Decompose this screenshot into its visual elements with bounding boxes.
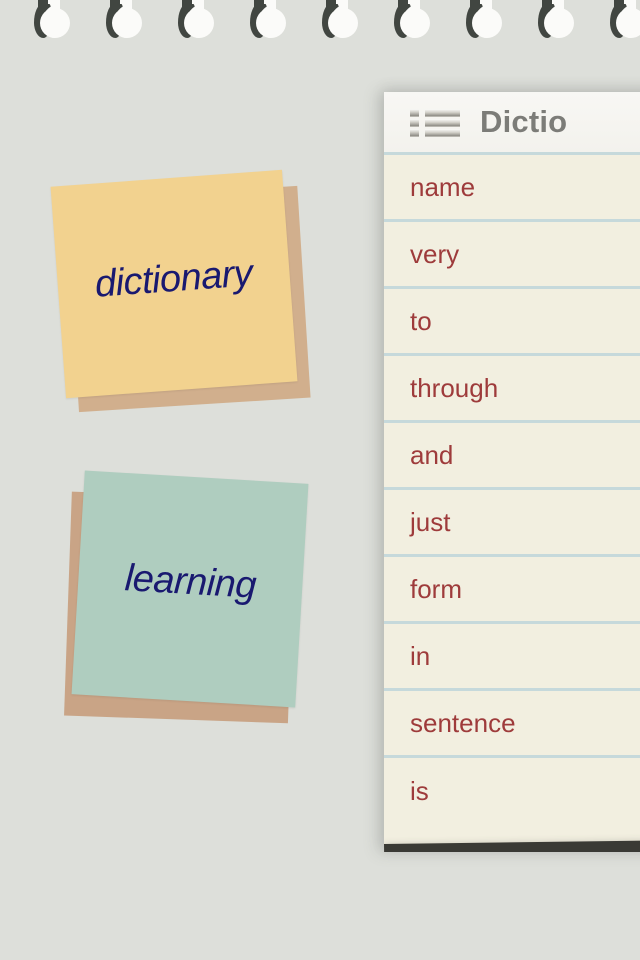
word-list-item-label: through — [410, 372, 499, 403]
word-list-item[interactable]: in — [384, 624, 640, 691]
spiral-ring-icon — [536, 0, 574, 56]
word-list-item-label: in — [410, 640, 431, 671]
word-list-item[interactable]: just — [384, 490, 640, 557]
spiral-ring-icon — [464, 0, 502, 56]
word-list-item[interactable]: name — [384, 155, 640, 222]
spiral-ring-icon — [104, 0, 142, 56]
word-list-item-label: just — [410, 506, 451, 537]
panel-header: Dictio — [384, 92, 640, 155]
list-icon-bar — [425, 119, 460, 127]
list-icon-bullet — [410, 109, 419, 117]
spiral-ring-icon — [392, 0, 430, 56]
word-list-item[interactable]: and — [384, 423, 640, 490]
sticky-note-dictionary[interactable]: dictionary — [50, 169, 311, 413]
page-title: Dictio — [480, 104, 568, 139]
word-list-item-label: very — [410, 238, 460, 269]
word-list[interactable]: name very to through and just form in sentence is — [384, 155, 640, 852]
word-list-item[interactable]: sentence — [384, 691, 640, 758]
word-list-item-label: form — [410, 573, 462, 604]
word-list-item[interactable]: to — [384, 289, 640, 356]
word-list-item[interactable]: form — [384, 557, 640, 624]
list-icon[interactable] — [410, 109, 460, 137]
list-icon-bullet — [410, 129, 419, 137]
spiral-ring-icon — [608, 0, 640, 56]
list-icon-bar — [425, 129, 460, 137]
word-list-item-label: name — [410, 171, 476, 202]
word-list-item-label: is — [410, 776, 429, 806]
word-list-item-label: and — [410, 439, 454, 470]
spiral-ring-icon — [248, 0, 286, 56]
spiral-ring-icon — [176, 0, 214, 56]
word-list-item[interactable]: through — [384, 356, 640, 423]
dictionary-panel: Dictio name very to through and just form in sen… — [384, 92, 640, 852]
sticky-note-learning[interactable]: learning — [64, 470, 309, 724]
word-list-item-label: to — [410, 305, 432, 336]
spiral-ring-icon — [320, 0, 358, 56]
list-icon-bar — [425, 109, 460, 117]
word-list-item[interactable]: is — [384, 758, 640, 825]
list-icon-bullet — [410, 119, 419, 127]
spiral-ring-icon — [32, 0, 70, 56]
word-list-item[interactable]: very — [384, 222, 640, 289]
word-list-item-label: sentence — [410, 707, 516, 738]
spiral-binding — [0, 0, 640, 60]
